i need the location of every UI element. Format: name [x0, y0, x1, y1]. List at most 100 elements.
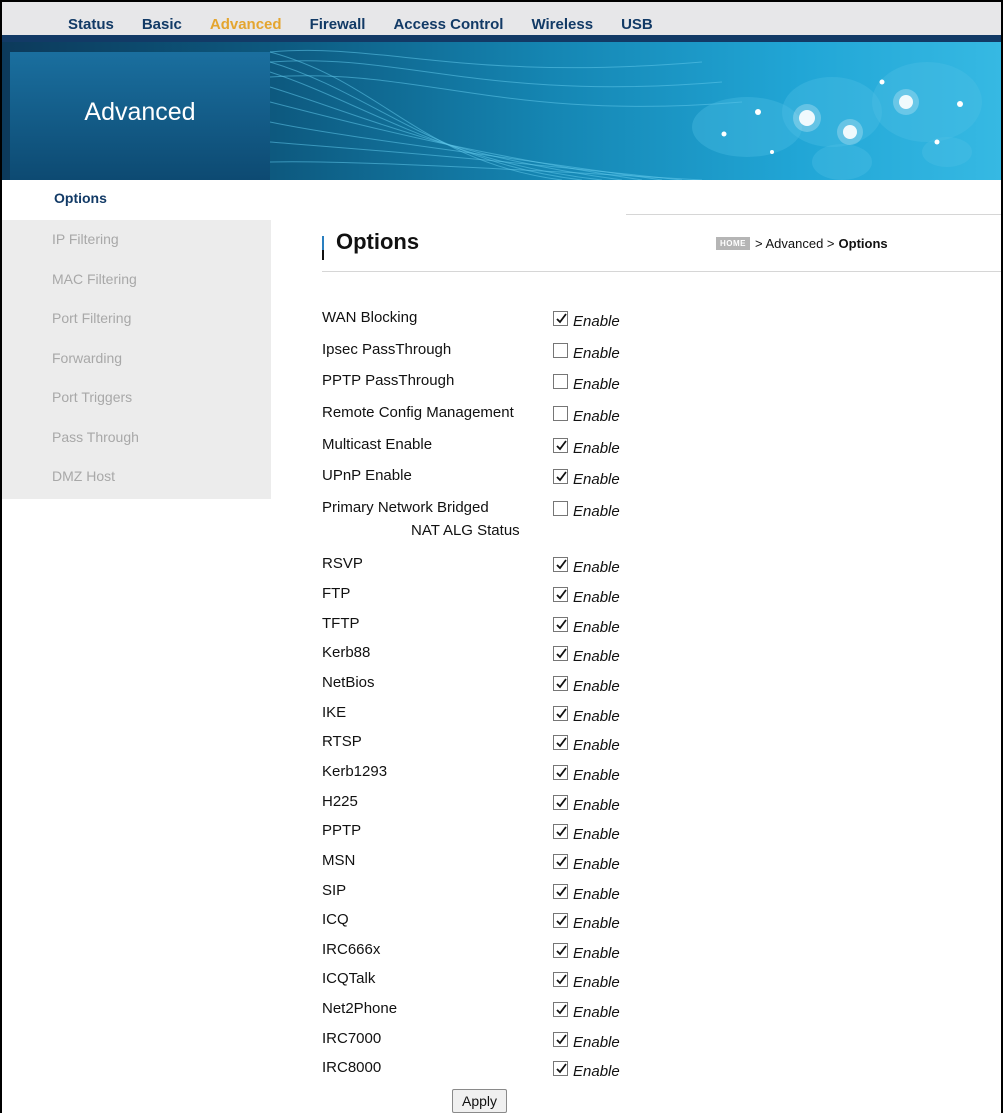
- sidebar-item-port-triggers[interactable]: Port Triggers: [2, 378, 271, 418]
- page-title: Options: [336, 229, 420, 254]
- checkmark-icon: [556, 471, 567, 482]
- nav-basic[interactable]: Basic: [142, 16, 182, 33]
- enable-label: Enable: [573, 345, 620, 362]
- option-label: IRC8000: [322, 1059, 382, 1076]
- option-label: SIP: [322, 882, 347, 899]
- option-row: IRC7000 Enable: [322, 1030, 642, 1052]
- enable-checkbox[interactable]: [553, 374, 568, 389]
- enable-checkbox[interactable]: [553, 913, 568, 928]
- enable-checkbox[interactable]: [553, 735, 568, 750]
- option-row: FTP Enable: [322, 585, 642, 607]
- nav-firewall[interactable]: Firewall: [310, 16, 366, 33]
- enable-checkbox[interactable]: [553, 676, 568, 691]
- option-label: TFTP: [322, 615, 360, 632]
- enable-label: Enable: [573, 376, 620, 393]
- enable-label: Enable: [573, 619, 620, 636]
- enable-label: Enable: [573, 737, 620, 754]
- option-label: Multicast Enable: [322, 436, 433, 453]
- nav-advanced[interactable]: Advanced: [210, 16, 282, 33]
- option-label: RSVP: [322, 555, 363, 572]
- option-label: WAN Blocking: [322, 309, 418, 326]
- sidebar-item-dmz-host[interactable]: DMZ Host: [2, 457, 271, 497]
- enable-checkbox[interactable]: [553, 824, 568, 839]
- checkmark-icon: [556, 589, 567, 600]
- option-label: NetBios: [322, 674, 375, 691]
- option-label: Remote Config Management: [322, 404, 514, 421]
- sidebar-item-options[interactable]: Options: [2, 180, 271, 220]
- apply-button[interactable]: Apply: [452, 1089, 507, 1113]
- title-accent-bar-dark: [322, 250, 324, 260]
- sidebar-item-ip-filtering[interactable]: IP Filtering: [2, 220, 271, 260]
- enable-checkbox[interactable]: [553, 1002, 568, 1017]
- checkmark-icon: [556, 619, 567, 630]
- enable-checkbox[interactable]: [553, 943, 568, 958]
- checkmark-icon: [556, 915, 567, 926]
- nav-usb[interactable]: USB: [621, 16, 653, 33]
- sidebar-item-pass-through[interactable]: Pass Through: [2, 418, 271, 458]
- enable-label: Enable: [573, 826, 620, 843]
- enable-checkbox[interactable]: [553, 406, 568, 421]
- top-navigation: Status Basic Advanced Firewall Access Contro…: [2, 2, 1001, 42]
- enable-label: Enable: [573, 945, 620, 962]
- enable-checkbox[interactable]: [553, 706, 568, 721]
- checkmark-icon: [556, 559, 567, 570]
- checkmark-icon: [556, 737, 567, 748]
- enable-checkbox[interactable]: [553, 469, 568, 484]
- option-label: IRC7000: [322, 1030, 382, 1047]
- checkmark-icon: [556, 678, 567, 689]
- option-row: Multicast Enable Enable: [322, 436, 642, 458]
- breadcrumb: HOME > Advanced > Options: [716, 236, 888, 251]
- enable-label: Enable: [573, 1004, 620, 1021]
- enable-checkbox[interactable]: [553, 1061, 568, 1076]
- enable-checkbox[interactable]: [553, 765, 568, 780]
- enable-checkbox[interactable]: [553, 884, 568, 899]
- option-row: WAN Blocking Enable: [322, 309, 642, 331]
- enable-checkbox[interactable]: [553, 854, 568, 869]
- nav-status[interactable]: Status: [68, 16, 114, 33]
- sidebar-item-port-filtering[interactable]: Port Filtering: [2, 299, 271, 339]
- enable-checkbox[interactable]: [553, 587, 568, 602]
- option-label: Kerb1293: [322, 763, 388, 780]
- topnav-underline: [2, 35, 1001, 42]
- enable-checkbox[interactable]: [553, 1032, 568, 1047]
- enable-label: Enable: [573, 678, 620, 695]
- checkmark-icon: [556, 974, 567, 985]
- enable-checkbox[interactable]: [553, 972, 568, 987]
- option-row: H225 Enable: [322, 793, 642, 815]
- option-row: IRC8000 Enable: [322, 1059, 642, 1081]
- enable-checkbox[interactable]: [553, 343, 568, 358]
- enable-checkbox[interactable]: [553, 646, 568, 661]
- enable-checkbox[interactable]: [553, 617, 568, 632]
- option-label: H225: [322, 793, 358, 810]
- home-icon[interactable]: HOME: [716, 237, 750, 250]
- enable-label: Enable: [573, 648, 620, 665]
- enable-checkbox[interactable]: [553, 438, 568, 453]
- nav-wireless[interactable]: Wireless: [531, 16, 593, 33]
- option-row: UPnP Enable Enable: [322, 467, 642, 489]
- checkmark-icon: [556, 1034, 567, 1045]
- sidebar-active-label: Options: [54, 190, 107, 206]
- sidebar-list: IP Filtering MAC Filtering Port Filtering F…: [2, 220, 271, 499]
- checkmark-icon: [556, 856, 567, 867]
- option-row: PPTP PassThrough Enable: [322, 372, 642, 394]
- nav-access-control[interactable]: Access Control: [393, 16, 503, 33]
- sidebar-item-mac-filtering[interactable]: MAC Filtering: [2, 260, 271, 300]
- enable-label: Enable: [573, 471, 620, 488]
- nat-alg-header: NAT ALG Status: [411, 522, 520, 539]
- option-row: IRC666x Enable: [322, 941, 642, 963]
- enable-checkbox[interactable]: [553, 311, 568, 326]
- enable-checkbox[interactable]: [553, 557, 568, 572]
- enable-checkbox[interactable]: [553, 795, 568, 810]
- option-row: Net2Phone Enable: [322, 1000, 642, 1022]
- sidebar: Options IP Filtering MAC Filtering Port Fi…: [2, 180, 271, 499]
- checkmark-icon: [556, 648, 567, 659]
- enable-label: Enable: [573, 886, 620, 903]
- enable-label: Enable: [573, 559, 620, 576]
- option-label: Ipsec PassThrough: [322, 341, 452, 358]
- option-row: TFTP Enable: [322, 615, 642, 637]
- option-row: Kerb1293 Enable: [322, 763, 642, 785]
- sidebar-item-forwarding[interactable]: Forwarding: [2, 339, 271, 379]
- checkmark-icon: [556, 945, 567, 956]
- option-row: RSVP Enable: [322, 555, 642, 577]
- enable-checkbox[interactable]: [553, 501, 568, 516]
